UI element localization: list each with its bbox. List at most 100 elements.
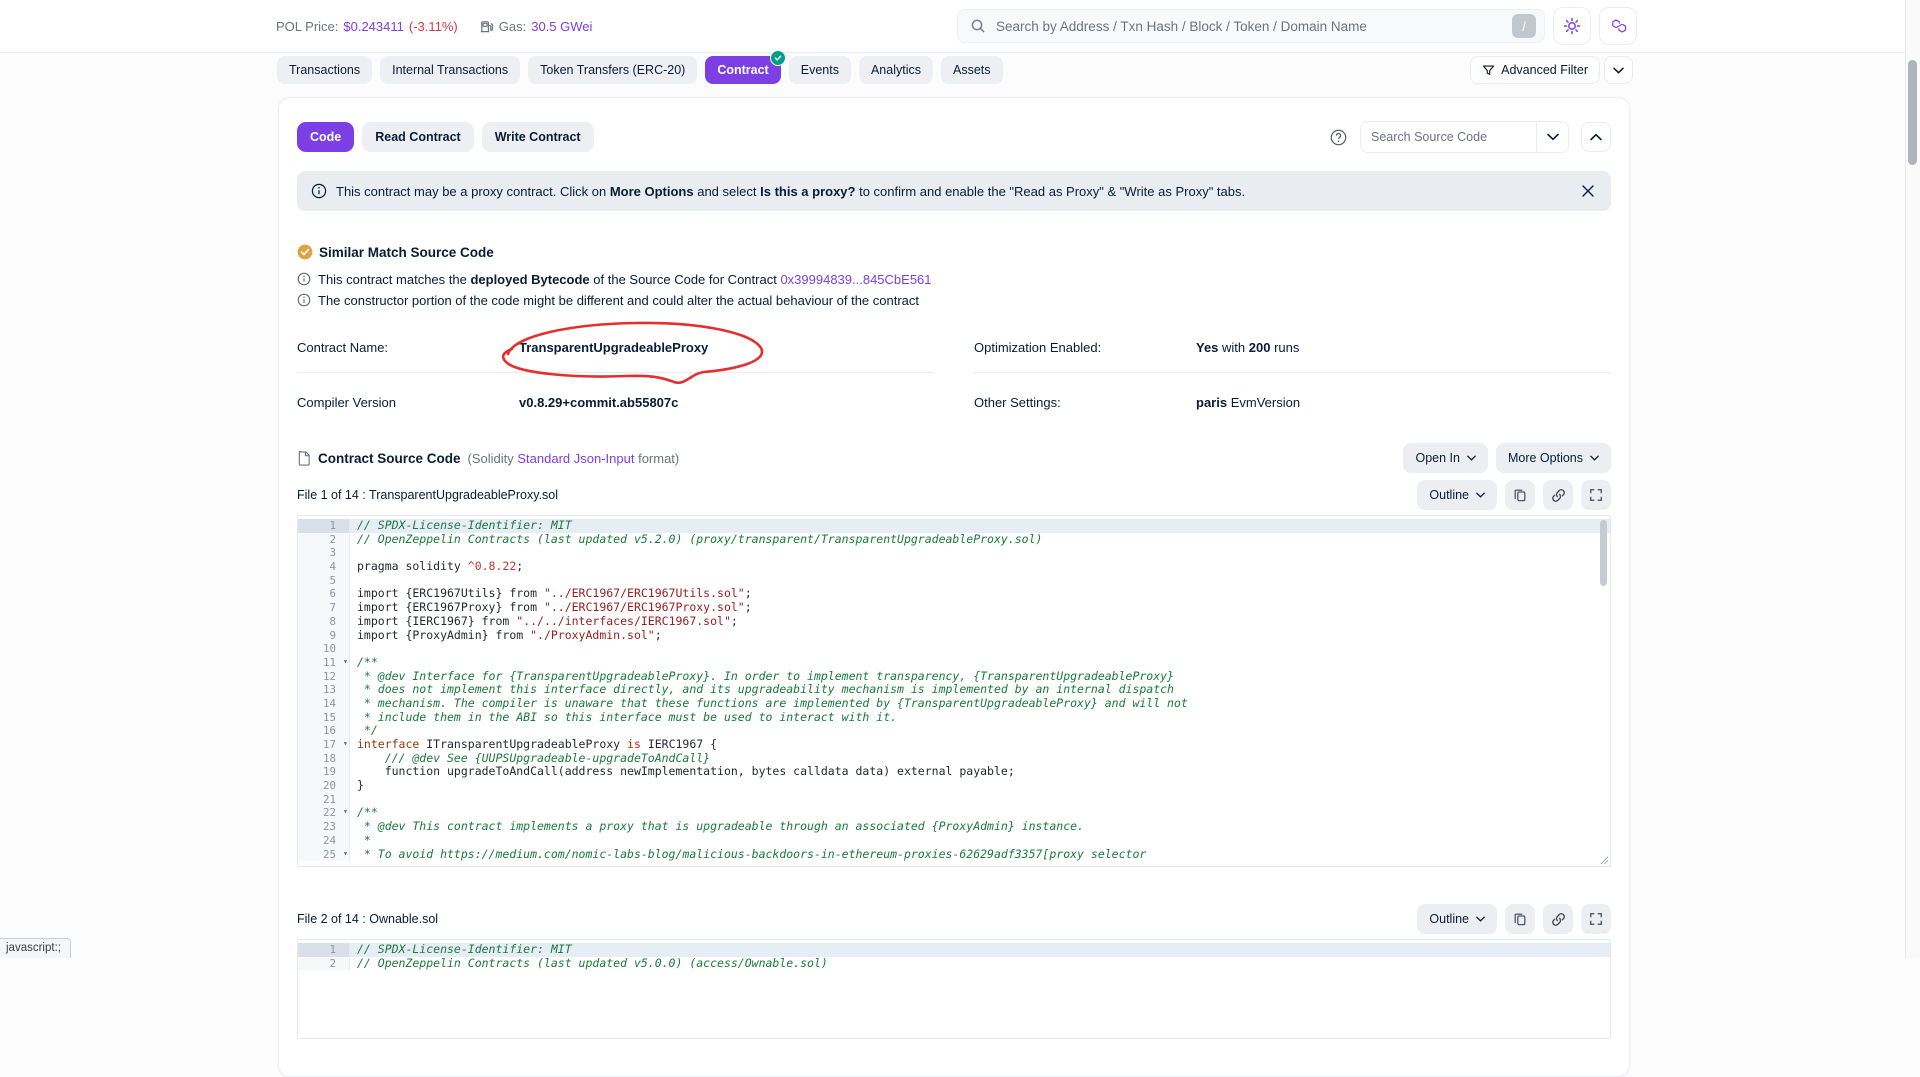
search-source-code-input[interactable] bbox=[1361, 130, 1536, 144]
code-text bbox=[350, 546, 357, 560]
tab-events[interactable]: Events bbox=[789, 56, 851, 84]
code-line: 2// OpenZeppelin Contracts (last updated… bbox=[298, 533, 1610, 547]
proxy-notice-banner: This contract may be a proxy contract. C… bbox=[297, 171, 1611, 211]
line-number: 15 bbox=[298, 711, 350, 725]
pol-price-value[interactable]: $0.243411 bbox=[343, 19, 404, 34]
tab-assets[interactable]: Assets bbox=[941, 56, 1003, 84]
more-options-button[interactable]: More Options bbox=[1496, 443, 1611, 473]
gas-value[interactable]: 30.5 GWei bbox=[531, 19, 592, 34]
other-settings-value: paris EvmVersion bbox=[1196, 395, 1300, 410]
advanced-filter-group: Advanced Filter bbox=[1470, 56, 1633, 84]
code-text: pragma solidity ^0.8.22; bbox=[350, 560, 523, 574]
tab-transactions[interactable]: Transactions bbox=[277, 56, 372, 84]
sun-icon bbox=[1563, 17, 1581, 35]
fold-arrow-icon[interactable]: ▾ bbox=[343, 806, 348, 820]
json-input-format-link[interactable]: Standard Json-Input bbox=[517, 451, 634, 466]
optimization-label: Optimization Enabled: bbox=[974, 340, 1196, 355]
code-text: import {ERC1967Utils} from "../ERC1967/E… bbox=[350, 587, 752, 601]
divider bbox=[974, 372, 1611, 373]
contract-nav-code[interactable]: Code bbox=[297, 122, 354, 152]
info-icon bbox=[297, 272, 311, 286]
code-scrollbar-thumb[interactable] bbox=[1600, 520, 1607, 586]
expand-icon[interactable] bbox=[1581, 904, 1611, 934]
code-line: 22▾/** bbox=[298, 806, 1610, 820]
source-code-search bbox=[1360, 121, 1569, 153]
permalink-icon[interactable] bbox=[1543, 904, 1573, 934]
code-line: 16 */ bbox=[298, 724, 1610, 738]
search-next-match-button[interactable] bbox=[1536, 122, 1568, 152]
help-icon[interactable] bbox=[1329, 128, 1348, 147]
collapse-section-button[interactable] bbox=[1581, 122, 1611, 152]
code-text: * To avoid https://medium.com/nomic-labs… bbox=[350, 848, 1146, 862]
code-line: 23 * @dev This contract implements a pro… bbox=[298, 820, 1610, 834]
file-2-row: File 2 of 14 : Ownable.sol Outline bbox=[297, 905, 1611, 933]
fold-arrow-icon[interactable]: ▾ bbox=[343, 738, 348, 752]
line-number: 16 bbox=[298, 724, 350, 738]
code-line: 1// SPDX-License-Identifier: MIT bbox=[298, 519, 1610, 533]
code-line: 9import {ProxyAdmin} from "./ProxyAdmin.… bbox=[298, 629, 1610, 643]
line-number: 21 bbox=[298, 793, 350, 807]
page-scrollbar-thumb[interactable] bbox=[1908, 60, 1917, 165]
code-text: * @dev Interface for {TransparentUpgrade… bbox=[350, 670, 1174, 684]
line-number: 2 bbox=[298, 957, 350, 971]
code-line: 5 bbox=[298, 574, 1610, 588]
tab-contract[interactable]: Contract bbox=[705, 56, 780, 84]
permalink-icon[interactable] bbox=[1543, 480, 1573, 510]
contract-nav-read-contract[interactable]: Read Contract bbox=[362, 122, 473, 152]
copy-icon[interactable] bbox=[1505, 480, 1535, 510]
search-icon bbox=[970, 18, 986, 34]
code-text: * @dev This contract implements a proxy … bbox=[350, 820, 1084, 834]
contract-card: Code Read Contract Write Contract bbox=[278, 97, 1630, 1077]
code-text: function upgradeToAndCall(address newImp… bbox=[350, 765, 1015, 779]
code-line: 7import {ERC1967Proxy} from "../ERC1967/… bbox=[298, 601, 1610, 615]
open-in-button[interactable]: Open In bbox=[1403, 443, 1487, 473]
tab-analytics[interactable]: Analytics bbox=[859, 56, 933, 84]
gold-check-icon bbox=[297, 244, 313, 260]
code-text: /** bbox=[350, 656, 378, 670]
contract-nav-write-contract[interactable]: Write Contract bbox=[482, 122, 594, 152]
fold-arrow-icon[interactable]: ▾ bbox=[343, 848, 348, 862]
matched-contract-link[interactable]: 0x39994839...845CbE561 bbox=[780, 272, 931, 287]
code-editor-file-1[interactable]: 1// SPDX-License-Identifier: MIT2// Open… bbox=[297, 515, 1611, 867]
code-text: // OpenZeppelin Contracts (last updated … bbox=[350, 533, 1042, 547]
advanced-filter-dropdown-button[interactable] bbox=[1604, 56, 1633, 84]
chevron-down-icon bbox=[1467, 455, 1476, 461]
code-line: 24 * bbox=[298, 834, 1610, 848]
resize-handle[interactable] bbox=[1598, 854, 1609, 865]
tab-token-transfers-erc-20[interactable]: Token Transfers (ERC-20) bbox=[528, 56, 697, 84]
polygonscan-logo-button[interactable] bbox=[1599, 7, 1637, 45]
fold-arrow-icon[interactable]: ▾ bbox=[343, 656, 348, 670]
tab-internal-transactions[interactable]: Internal Transactions bbox=[380, 56, 520, 84]
page-scrollbar[interactable] bbox=[1905, 0, 1920, 958]
code-editor-file-2[interactable]: 1// SPDX-License-Identifier: MIT2// Open… bbox=[297, 939, 1611, 1039]
funnel-icon bbox=[1482, 64, 1495, 77]
line-number: 11▾ bbox=[298, 656, 350, 670]
file-2-title: File 2 of 14 : Ownable.sol bbox=[297, 912, 438, 926]
line-number: 23 bbox=[298, 820, 350, 834]
document-icon bbox=[297, 451, 311, 466]
advanced-filter-label: Advanced Filter bbox=[1501, 63, 1588, 77]
file-1-row: File 1 of 14 : TransparentUpgradeablePro… bbox=[297, 481, 1611, 509]
line-number: 5 bbox=[298, 574, 350, 588]
close-icon[interactable] bbox=[1579, 182, 1597, 200]
file-1-title: File 1 of 14 : TransparentUpgradeablePro… bbox=[297, 488, 558, 502]
top-navbar: POL Price: $0.243411 (-3.11%) Gas: 30.5 … bbox=[0, 0, 1905, 53]
code-line: 17▾interface ITransparentUpgradeableProx… bbox=[298, 738, 1610, 752]
line-number: 3 bbox=[298, 546, 350, 560]
code-text: import {ProxyAdmin} from "./ProxyAdmin.s… bbox=[350, 629, 662, 643]
code-text: * mechanism. The compiler is unaware tha… bbox=[350, 697, 1188, 711]
expand-icon[interactable] bbox=[1581, 480, 1611, 510]
verified-check-icon bbox=[770, 50, 786, 66]
code-text: // SPDX-License-Identifier: MIT bbox=[350, 943, 572, 957]
theme-toggle-button[interactable] bbox=[1553, 7, 1591, 45]
divider bbox=[297, 372, 934, 373]
code-text: import {IERC1967} from "../../interfaces… bbox=[350, 615, 738, 629]
gas-pump-icon bbox=[479, 19, 494, 34]
copy-icon[interactable] bbox=[1505, 904, 1535, 934]
outline-button[interactable]: Outline bbox=[1417, 480, 1497, 510]
outline-button[interactable]: Outline bbox=[1417, 904, 1497, 934]
search-input[interactable] bbox=[994, 18, 1512, 35]
code-line: 21 bbox=[298, 793, 1610, 807]
global-search[interactable]: / bbox=[957, 9, 1545, 43]
advanced-filter-button[interactable]: Advanced Filter bbox=[1470, 56, 1600, 84]
